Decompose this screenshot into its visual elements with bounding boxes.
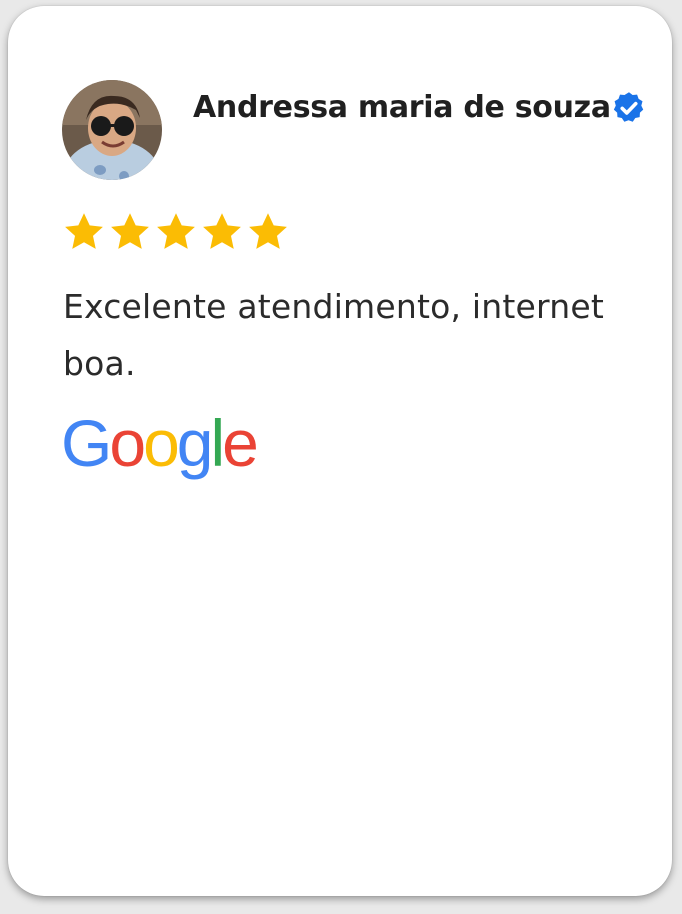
google-logo-letter: g	[176, 406, 214, 480]
reviewer-name[interactable]: Andressa maria de souza	[193, 90, 611, 125]
user-avatar-photo-icon	[62, 80, 162, 180]
review-card: Andressa maria de souza Excelente atendi…	[8, 6, 672, 896]
google-logo-letter: e	[222, 406, 259, 480]
star-rating	[62, 210, 290, 254]
star-icon	[65, 213, 103, 249]
google-logo-letter: G	[61, 406, 112, 480]
verified-badge-icon	[613, 92, 644, 122]
google-logo-letter: o	[109, 406, 146, 480]
avatar[interactable]	[62, 80, 162, 180]
star-icon	[249, 213, 287, 249]
star-icon	[157, 213, 195, 249]
google-logo-letter: o	[143, 406, 180, 480]
star-icon	[111, 213, 149, 249]
google-logo-letter: l	[210, 406, 226, 480]
review-text: Excelente atendimento, internet boa.	[63, 287, 604, 383]
google-logo: Google	[61, 406, 259, 480]
star-icon	[203, 213, 241, 249]
